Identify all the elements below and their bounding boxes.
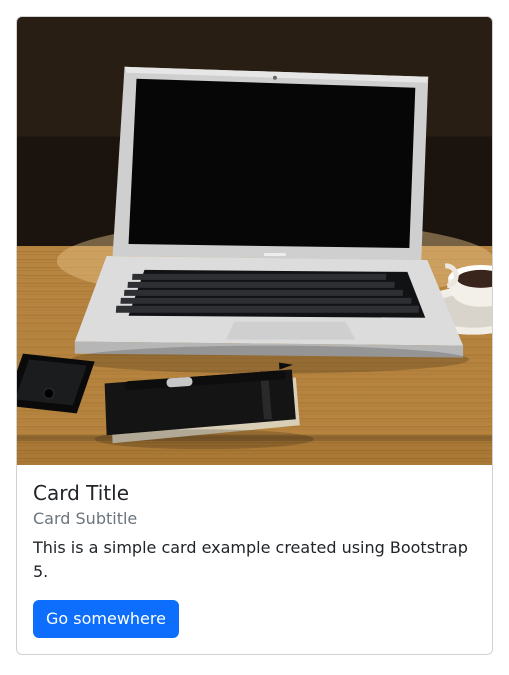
card-subtitle: Card Subtitle — [33, 509, 476, 528]
card-title: Card Title — [33, 481, 476, 505]
go-somewhere-button[interactable]: Go somewhere — [33, 600, 179, 638]
card: Card Title Card Subtitle This is a simpl… — [16, 16, 493, 655]
card-text: This is a simple card example created us… — [33, 536, 476, 584]
card-image — [17, 17, 492, 465]
card-body: Card Title Card Subtitle This is a simpl… — [17, 465, 492, 654]
